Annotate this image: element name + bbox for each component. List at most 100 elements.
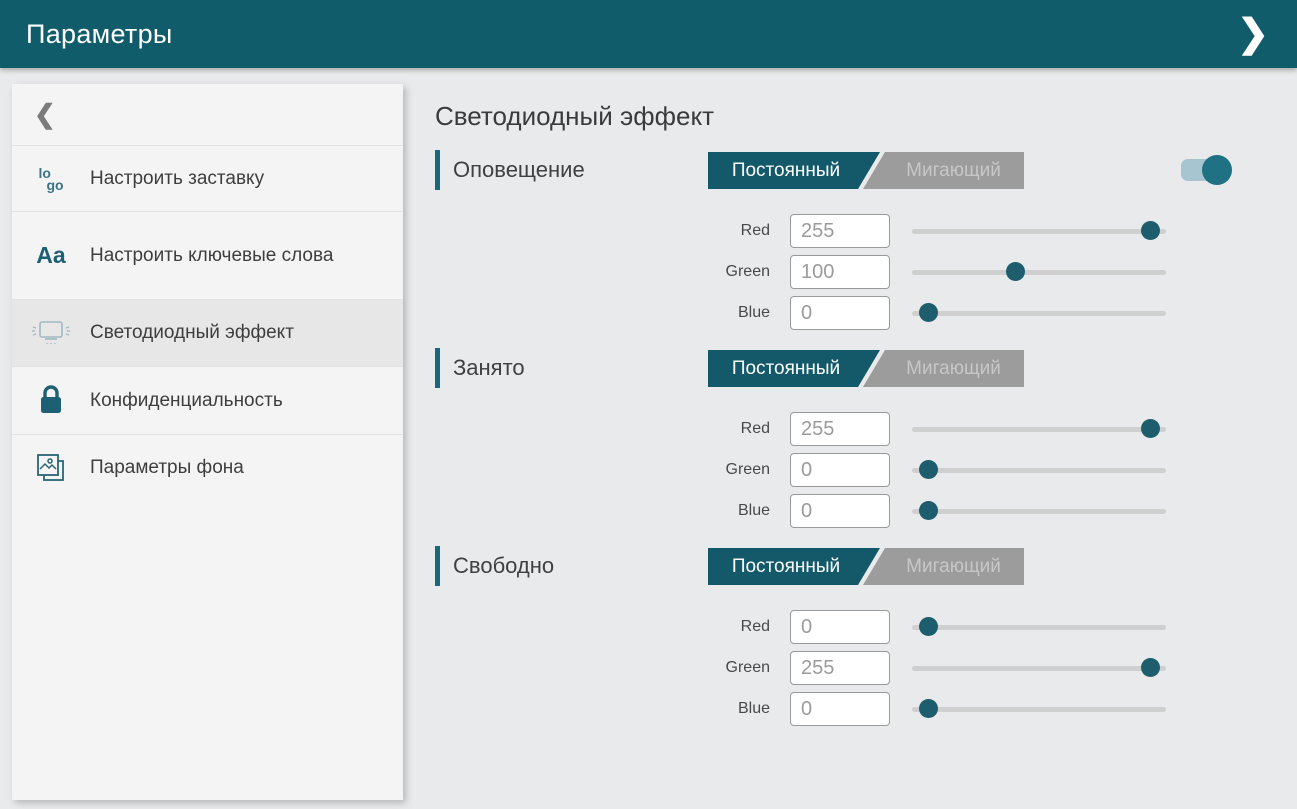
channel-row-red: Red — [435, 610, 1297, 644]
red-value-input[interactable] — [790, 412, 890, 446]
slider-track — [912, 468, 1166, 473]
channel-label: Green — [435, 461, 790, 479]
settings-sidebar: ❮ logo Настроить заставку Aa Настроить к… — [12, 84, 403, 800]
channel-row-blue: Blue — [435, 296, 1297, 330]
slider-track — [912, 707, 1166, 712]
sidebar-item-label: Параметры фона — [90, 455, 244, 481]
mode-blinking-segment[interactable]: Мигающий — [863, 548, 1024, 585]
mode-segmented-control: Постоянный Мигающий — [708, 548, 1024, 585]
sidebar-item-label: Светодиодный эффект — [90, 320, 294, 346]
toggle-knob — [1202, 155, 1232, 185]
sidebar-item-label: Настроить ключевые слова — [90, 243, 333, 269]
mode-blinking-segment[interactable]: Мигающий — [863, 152, 1024, 189]
red-slider[interactable] — [912, 419, 1166, 439]
channel-row-blue: Blue — [435, 692, 1297, 726]
section-notification: Оповещение Постоянный Мигающий Red — [435, 150, 1297, 330]
slider-thumb[interactable] — [919, 699, 938, 718]
section-accent-bar — [435, 348, 440, 388]
slider-thumb[interactable] — [919, 617, 938, 636]
mode-solid-segment[interactable]: Постоянный — [708, 548, 880, 585]
collapse-panel-icon[interactable]: ❯ — [1235, 11, 1271, 57]
section-accent-bar — [435, 546, 440, 586]
sidebar-item-led-effect[interactable]: Светодиодный эффект — [12, 299, 403, 366]
slider-thumb[interactable] — [1006, 262, 1025, 281]
slider-thumb[interactable] — [919, 501, 938, 520]
channel-label: Green — [435, 263, 790, 281]
channel-row-green: Green — [435, 651, 1297, 685]
led-effect-panel: Светодиодный эффект Оповещение Постоянны… — [435, 68, 1297, 744]
slider-track — [912, 270, 1166, 275]
keywords-icon: Aa — [12, 242, 90, 269]
blue-value-input[interactable] — [790, 692, 890, 726]
mode-solid-segment[interactable]: Постоянный — [708, 350, 880, 387]
section-free: Свободно Постоянный Мигающий Red Green — [435, 546, 1297, 726]
green-value-input[interactable] — [790, 255, 890, 289]
channel-rows: Red Green Blue — [435, 412, 1297, 528]
slider-thumb[interactable] — [919, 460, 938, 479]
blue-value-input[interactable] — [790, 494, 890, 528]
sidebar-item-label: Конфиденциальность — [90, 388, 283, 414]
blue-slider[interactable] — [912, 699, 1166, 719]
channel-row-red: Red — [435, 214, 1297, 248]
section-header: Свободно Постоянный Мигающий — [435, 546, 1225, 586]
notification-toggle[interactable] — [1181, 159, 1225, 181]
slider-thumb[interactable] — [1141, 419, 1160, 438]
green-value-input[interactable] — [790, 651, 890, 685]
section-accent-bar — [435, 150, 440, 190]
green-slider[interactable] — [912, 262, 1166, 282]
slider-track — [912, 427, 1166, 432]
channel-label: Blue — [435, 304, 790, 322]
section-title: Оповещение — [453, 157, 585, 183]
sidebar-item-keywords[interactable]: Aa Настроить ключевые слова — [12, 211, 403, 299]
section-header: Оповещение Постоянный Мигающий — [435, 150, 1225, 190]
channel-label: Red — [435, 222, 790, 240]
slider-thumb[interactable] — [1141, 658, 1160, 677]
slider-track — [912, 625, 1166, 630]
section-title: Свободно — [453, 553, 554, 579]
channel-label: Green — [435, 659, 790, 677]
channel-rows: Red Green Blue — [435, 214, 1297, 330]
sidebar-item-screensaver[interactable]: logo Настроить заставку — [12, 145, 403, 211]
channel-label: Blue — [435, 700, 790, 718]
slider-thumb[interactable] — [1141, 221, 1160, 240]
channel-row-blue: Blue — [435, 494, 1297, 528]
red-slider[interactable] — [912, 617, 1166, 637]
section-title: Занято — [453, 355, 525, 381]
back-button[interactable]: ❮ — [12, 84, 403, 145]
red-value-input[interactable] — [790, 610, 890, 644]
channel-row-red: Red — [435, 412, 1297, 446]
channel-rows: Red Green Blue — [435, 610, 1297, 726]
slider-track — [912, 509, 1166, 514]
mode-segmented-control: Постоянный Мигающий — [708, 350, 1024, 387]
sidebar-item-background[interactable]: Параметры фона — [12, 434, 403, 501]
section-header: Занято Постоянный Мигающий — [435, 348, 1225, 388]
section-busy: Занято Постоянный Мигающий Red Green — [435, 348, 1297, 528]
channel-label: Blue — [435, 502, 790, 520]
blue-slider[interactable] — [912, 501, 1166, 521]
panel-title: Светодиодный эффект — [435, 101, 1297, 132]
green-value-input[interactable] — [790, 453, 890, 487]
green-slider[interactable] — [912, 658, 1166, 678]
channel-row-green: Green — [435, 255, 1297, 289]
back-chevron-icon: ❮ — [34, 99, 56, 130]
red-value-input[interactable] — [790, 214, 890, 248]
mode-solid-segment[interactable]: Постоянный — [708, 152, 880, 189]
sidebar-item-privacy[interactable]: Конфиденциальность — [12, 366, 403, 434]
page-title: Параметры — [26, 19, 173, 50]
logo-icon: logo — [12, 167, 90, 191]
lock-icon — [12, 384, 90, 418]
red-slider[interactable] — [912, 221, 1166, 241]
app-header: Параметры ❯ — [0, 0, 1297, 68]
slider-thumb[interactable] — [919, 303, 938, 322]
blue-slider[interactable] — [912, 303, 1166, 323]
mode-segmented-control: Постоянный Мигающий — [708, 152, 1024, 189]
channel-label: Red — [435, 420, 790, 438]
sidebar-item-label: Настроить заставку — [90, 166, 264, 192]
green-slider[interactable] — [912, 460, 1166, 480]
mode-blinking-segment[interactable]: Мигающий — [863, 350, 1024, 387]
channel-row-green: Green — [435, 453, 1297, 487]
background-icon — [12, 450, 90, 486]
slider-track — [912, 229, 1166, 234]
slider-track — [912, 666, 1166, 671]
blue-value-input[interactable] — [790, 296, 890, 330]
